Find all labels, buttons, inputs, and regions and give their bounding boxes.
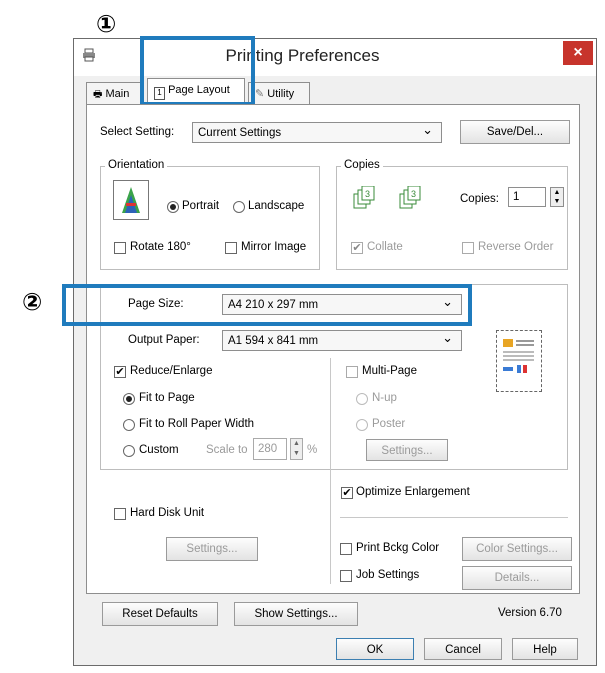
n-up-label: N-up (372, 392, 397, 404)
vertical-divider (330, 358, 331, 584)
print-bckg-color-label: Print Bckg Color (356, 542, 440, 554)
wrench-icon: ✎ (255, 88, 265, 100)
reduce-enlarge-checkbox[interactable]: ✔ (114, 366, 126, 378)
mirror-image-checkbox[interactable] (225, 242, 237, 254)
svg-text:3: 3 (411, 189, 416, 199)
tab-utility[interactable]: ✎ Utility (248, 82, 310, 104)
fit-roll-width-radio[interactable] (123, 419, 135, 431)
custom-radio[interactable] (123, 445, 135, 457)
window-title: Printing Preferences (225, 46, 380, 65)
scale-spinner[interactable]: ▲ ▼ (290, 438, 303, 460)
percent-label: % (307, 444, 318, 456)
show-settings-button[interactable]: Show Settings... (234, 602, 358, 626)
hard-disk-unit-label: Hard Disk Unit (130, 507, 205, 519)
close-button[interactable]: × (563, 41, 593, 65)
portrait-radio[interactable] (167, 201, 179, 213)
rotate-180-checkbox[interactable] (114, 242, 126, 254)
collate-pages-icon: 3 (352, 185, 386, 215)
tab-main[interactable]: 🖶 Main (86, 82, 144, 104)
cancel-button[interactable]: Cancel (424, 638, 502, 660)
callout-number-1: ① (96, 11, 117, 38)
custom-label: Custom (139, 444, 179, 456)
copies-legend: Copies (341, 159, 383, 171)
page-preview-thumbnail (496, 330, 542, 392)
output-paper-label: Output Paper: (128, 334, 200, 346)
multi-page-label: Multi-Page (362, 365, 417, 377)
version-label: Version 6.70 (498, 607, 562, 619)
multi-page-checkbox[interactable] (346, 366, 358, 378)
select-setting-dropdown[interactable]: Current Settings (192, 120, 442, 143)
print-bckg-color-checkbox[interactable] (340, 543, 352, 555)
copies-input[interactable]: 1 (508, 187, 546, 207)
tab-main-label: Main (105, 88, 130, 100)
copies-label: Copies: (460, 193, 499, 205)
reset-defaults-button[interactable]: Reset Defaults (102, 602, 218, 626)
color-settings-button[interactable]: Color Settings... (462, 537, 572, 561)
mirror-image-label: Mirror Image (241, 241, 307, 253)
svg-text:3: 3 (365, 189, 370, 199)
portrait-preview-icon (113, 180, 149, 220)
portrait-label: Portrait (182, 200, 220, 212)
orientation-legend: Orientation (105, 159, 168, 171)
callout-box-page-layout-tab (140, 36, 255, 106)
reduce-enlarge-label: Reduce/Enlarge (130, 365, 213, 377)
help-button[interactable]: Help (512, 638, 578, 660)
landscape-radio[interactable] (233, 201, 245, 213)
copies-spinner[interactable]: ▲ ▼ (550, 187, 564, 207)
job-settings-label: Job Settings (356, 569, 420, 581)
multipage-settings-button[interactable]: Settings... (366, 439, 448, 461)
scale-to-label: Scale to (206, 444, 248, 456)
tab-utility-label: Utility (267, 88, 295, 100)
callout-box-page-size (62, 284, 472, 326)
hard-disk-settings-button[interactable]: Settings... (166, 537, 258, 561)
reverse-order-label: Reverse Order (478, 241, 554, 253)
collate-label: Collate (367, 241, 403, 253)
printer-icon: 🖶 (93, 89, 103, 100)
reverse-order-checkbox[interactable] (462, 242, 474, 254)
details-button[interactable]: Details... (462, 566, 572, 590)
n-up-radio[interactable] (356, 393, 368, 405)
landscape-label: Landscape (248, 200, 305, 212)
save-del-button[interactable]: Save/Del... (460, 120, 570, 144)
uncollate-pages-icon: 3 (398, 185, 432, 215)
poster-label: Poster (372, 418, 406, 430)
hard-disk-unit-checkbox[interactable] (114, 508, 126, 520)
callout-number-2: ② (22, 289, 43, 316)
output-paper-dropdown[interactable]: A1 594 x 841 mm (222, 328, 462, 351)
horizontal-divider (340, 517, 568, 518)
rotate-180-label: Rotate 180° (130, 241, 191, 253)
fit-roll-width-label: Fit to Roll Paper Width (139, 418, 255, 430)
select-setting-label: Select Setting: (100, 126, 175, 138)
collate-checkbox[interactable]: ✔ (351, 242, 363, 254)
scale-input[interactable]: 280 (253, 438, 287, 460)
poster-radio[interactable] (356, 419, 368, 431)
optimize-enlargement-label: Optimize Enlargement (356, 486, 470, 498)
fit-to-page-radio[interactable] (123, 393, 135, 405)
copies-group (336, 166, 568, 270)
job-settings-checkbox[interactable] (340, 570, 352, 582)
fit-to-page-label: Fit to Page (139, 392, 195, 404)
ok-button[interactable]: OK (336, 638, 414, 660)
optimize-enlargement-checkbox[interactable]: ✔ (341, 487, 353, 499)
